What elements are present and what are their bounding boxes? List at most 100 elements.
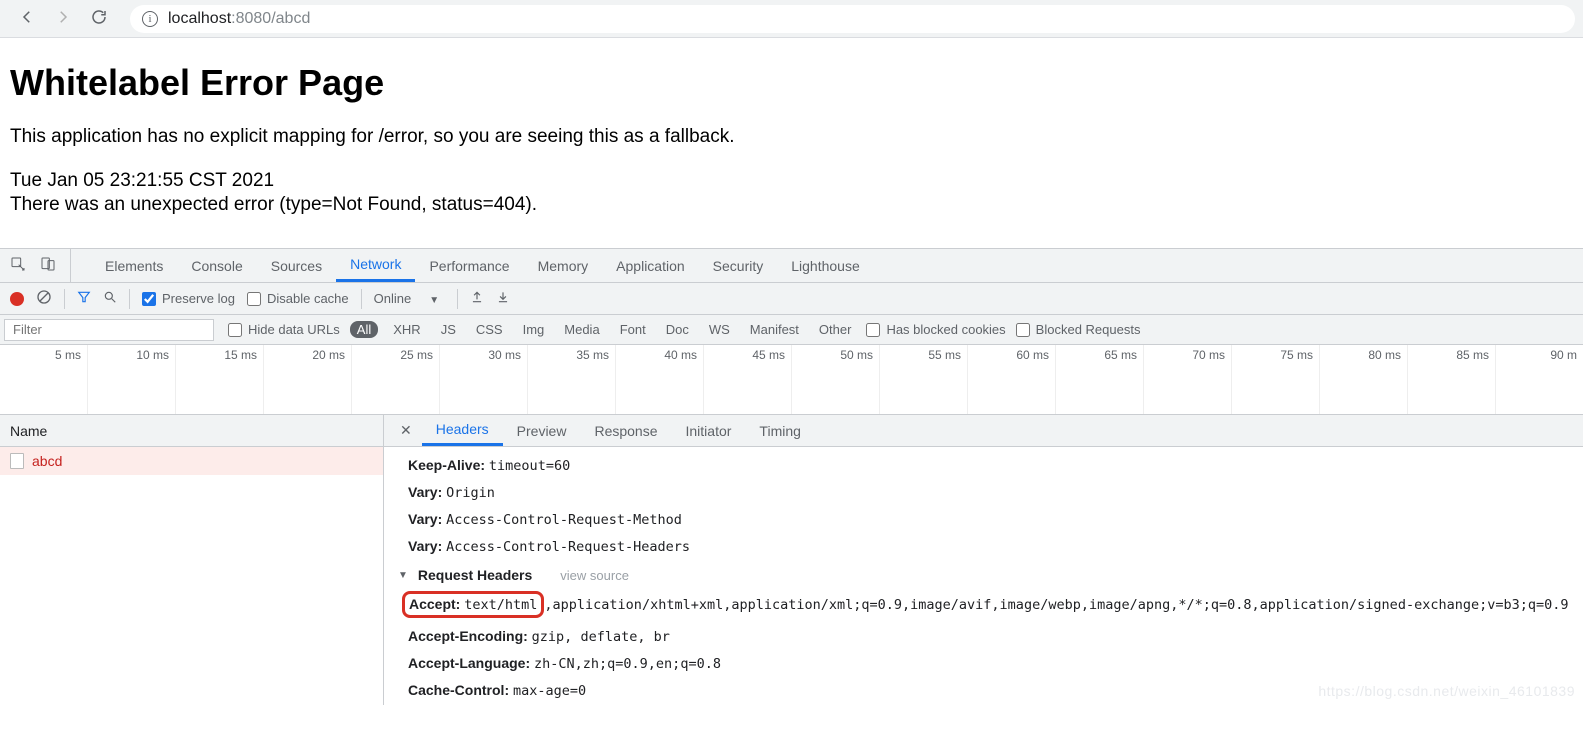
record-icon[interactable] xyxy=(10,292,24,306)
type-ws[interactable]: WS xyxy=(704,321,735,338)
timestamp: Tue Jan 05 23:21:55 CST 2021 xyxy=(10,170,1573,192)
tab-security[interactable]: Security xyxy=(699,249,778,282)
devtools-tabs: Elements Console Sources Network Perform… xyxy=(0,249,1583,283)
detail-tab-preview[interactable]: Preview xyxy=(503,415,581,446)
timeline-tick: 75 ms xyxy=(1232,345,1320,414)
timeline-tick: 40 ms xyxy=(616,345,704,414)
page-title: Whitelabel Error Page xyxy=(10,62,1573,104)
download-har-icon[interactable] xyxy=(496,290,510,307)
preserve-log-checkbox[interactable]: Preserve log xyxy=(142,291,235,306)
browser-toolbar: i localhost:8080/abcd xyxy=(0,0,1583,38)
info-icon[interactable]: i xyxy=(142,11,158,27)
type-css[interactable]: CSS xyxy=(471,321,508,338)
tab-console[interactable]: Console xyxy=(177,249,256,282)
header-vary-origin: Vary: Origin xyxy=(408,484,1559,501)
separator xyxy=(129,289,130,309)
type-js[interactable]: JS xyxy=(436,321,461,338)
tab-sources[interactable]: Sources xyxy=(257,249,336,282)
timeline-tick: 70 ms xyxy=(1144,345,1232,414)
device-icon[interactable] xyxy=(40,256,56,275)
forward-icon[interactable] xyxy=(54,8,72,29)
header-accept: Accept: text/html,application/xhtml+xml,… xyxy=(408,591,1559,618)
network-panels: Name abcd ✕ Headers Preview Response Ini… xyxy=(0,415,1583,705)
error-detail: There was an unexpected error (type=Not … xyxy=(10,194,1573,216)
disable-cache-checkbox[interactable]: Disable cache xyxy=(247,291,349,306)
request-row[interactable]: abcd xyxy=(0,447,383,475)
timeline-tick: 15 ms xyxy=(176,345,264,414)
detail-tab-timing[interactable]: Timing xyxy=(745,415,815,446)
chevron-down-icon: ▼ xyxy=(398,570,408,581)
request-name: abcd xyxy=(32,453,62,469)
page-body: Whitelabel Error Page This application h… xyxy=(0,38,1583,226)
detail-tab-response[interactable]: Response xyxy=(580,415,671,446)
network-filter-bar: Hide data URLs All XHR JS CSS Img Media … xyxy=(0,315,1583,345)
reload-icon[interactable] xyxy=(90,8,108,29)
close-icon[interactable]: ✕ xyxy=(390,422,422,439)
back-icon[interactable] xyxy=(18,8,36,29)
timeline-tick: 65 ms xyxy=(1056,345,1144,414)
requests-list: Name abcd xyxy=(0,415,384,705)
header-vary-headers: Vary: Access-Control-Request-Headers xyxy=(408,538,1559,555)
url-text: localhost:8080/abcd xyxy=(168,10,310,28)
timeline-tick: 30 ms xyxy=(440,345,528,414)
request-detail: ✕ Headers Preview Response Initiator Tim… xyxy=(384,415,1583,705)
view-source-link[interactable]: view source xyxy=(560,568,629,583)
hide-data-urls-checkbox[interactable]: Hide data URLs xyxy=(228,322,340,337)
filter-input[interactable] xyxy=(4,319,214,341)
separator xyxy=(361,289,362,309)
clear-icon[interactable] xyxy=(36,289,52,308)
tab-application[interactable]: Application xyxy=(602,249,699,282)
detail-tabs: ✕ Headers Preview Response Initiator Tim… xyxy=(384,415,1583,447)
type-img[interactable]: Img xyxy=(518,321,550,338)
timeline-tick: 90 m xyxy=(1496,345,1583,414)
timeline-tick: 85 ms xyxy=(1408,345,1496,414)
headers-content: Keep-Alive: timeout=60 Vary: Origin Vary… xyxy=(384,447,1583,705)
request-headers-section[interactable]: ▼ Request Headers view source xyxy=(398,567,1559,583)
timeline-tick: 10 ms xyxy=(88,345,176,414)
watermark: https://blog.csdn.net/weixin_46101839 xyxy=(1318,683,1575,699)
address-bar[interactable]: i localhost:8080/abcd xyxy=(130,5,1575,33)
blocked-requests-checkbox[interactable]: Blocked Requests xyxy=(1016,322,1141,337)
tab-lighthouse[interactable]: Lighthouse xyxy=(777,249,874,282)
tab-network[interactable]: Network xyxy=(336,249,415,282)
timeline-tick: 50 ms xyxy=(792,345,880,414)
name-column-header[interactable]: Name xyxy=(0,415,383,447)
type-other[interactable]: Other xyxy=(814,321,857,338)
timeline-tick: 25 ms xyxy=(352,345,440,414)
separator xyxy=(457,289,458,309)
type-xhr[interactable]: XHR xyxy=(388,321,425,338)
tab-performance[interactable]: Performance xyxy=(415,249,523,282)
header-accept-language: Accept-Language: zh-CN,zh;q=0.9,en;q=0.8 xyxy=(408,655,1559,672)
tab-memory[interactable]: Memory xyxy=(524,249,603,282)
timeline-tick: 5 ms xyxy=(0,345,88,414)
network-toolbar: Preserve log Disable cache Online ▼ xyxy=(0,283,1583,315)
header-accept-encoding: Accept-Encoding: gzip, deflate, br xyxy=(408,628,1559,645)
devtools-panel: Elements Console Sources Network Perform… xyxy=(0,248,1583,705)
tab-elements[interactable]: Elements xyxy=(91,249,177,282)
timeline-tick: 45 ms xyxy=(704,345,792,414)
type-manifest[interactable]: Manifest xyxy=(745,321,804,338)
timeline-tick: 80 ms xyxy=(1320,345,1408,414)
type-all[interactable]: All xyxy=(350,321,378,338)
timeline-tick: 55 ms xyxy=(880,345,968,414)
timeline-tick: 35 ms xyxy=(528,345,616,414)
header-keep-alive: Keep-Alive: timeout=60 xyxy=(408,457,1559,474)
filter-icon[interactable] xyxy=(77,290,91,307)
detail-tab-initiator[interactable]: Initiator xyxy=(672,415,746,446)
upload-har-icon[interactable] xyxy=(470,290,484,307)
file-icon xyxy=(10,453,24,469)
search-icon[interactable] xyxy=(103,290,117,307)
type-media[interactable]: Media xyxy=(559,321,604,338)
separator xyxy=(64,289,65,309)
timeline-tick: 60 ms xyxy=(968,345,1056,414)
throttling-select[interactable]: Online ▼ xyxy=(374,291,446,306)
inspect-icon[interactable] xyxy=(10,256,26,275)
header-vary-method: Vary: Access-Control-Request-Method xyxy=(408,511,1559,528)
detail-tab-headers[interactable]: Headers xyxy=(422,415,503,446)
waterfall-timeline[interactable]: 5 ms 10 ms 15 ms 20 ms 25 ms 30 ms 35 ms… xyxy=(0,345,1583,415)
has-blocked-cookies-checkbox[interactable]: Has blocked cookies xyxy=(866,322,1005,337)
timeline-tick: 20 ms xyxy=(264,345,352,414)
fallback-message: This application has no explicit mapping… xyxy=(10,126,1573,148)
type-font[interactable]: Font xyxy=(615,321,651,338)
type-doc[interactable]: Doc xyxy=(661,321,694,338)
